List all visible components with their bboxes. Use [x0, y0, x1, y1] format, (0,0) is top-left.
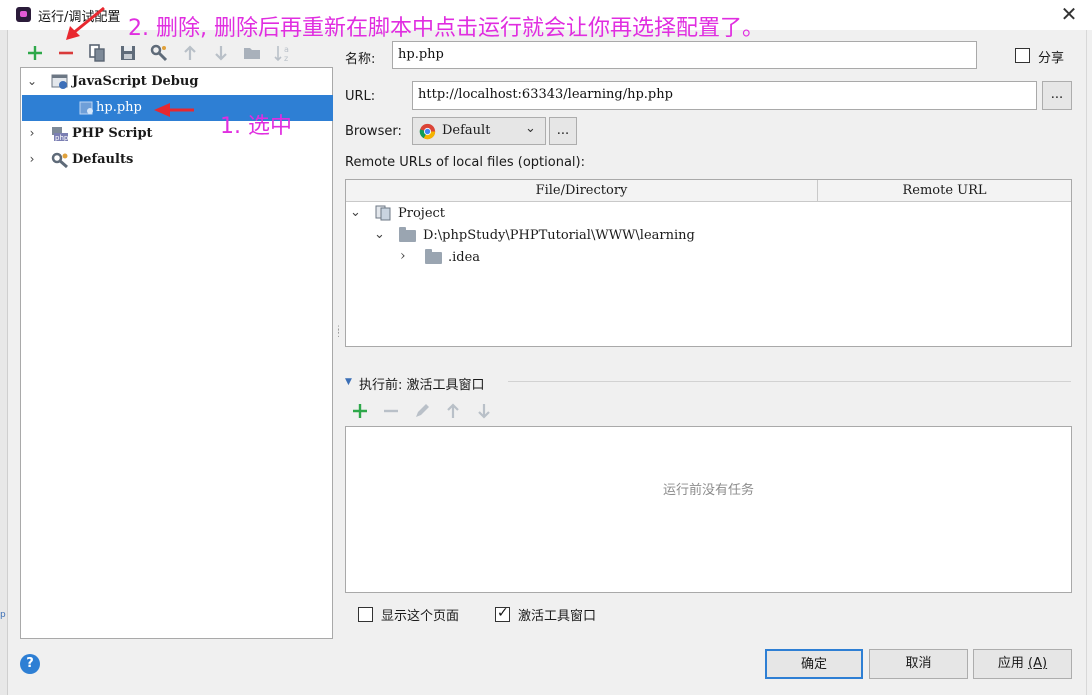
column-header-file-directory[interactable]: File/Directory	[346, 180, 818, 202]
configuration-tree: ⌄ JavaScript Debug hp.php › php PHP Scri…	[20, 67, 333, 639]
chevron-right-icon[interactable]: ›	[400, 248, 406, 264]
annotation-arrow-to-remove	[60, 4, 110, 46]
apply-mnemonic: (A)	[1028, 656, 1048, 671]
sort-icon: az	[273, 43, 293, 63]
wrench-icon	[51, 152, 69, 169]
tree-item-label: JavaScript Debug	[72, 74, 199, 89]
tree-item-label: hp.php	[96, 100, 142, 115]
empty-task-message: 运行前没有任务	[662, 483, 754, 498]
browser-select[interactable]: Default ⌄	[412, 117, 546, 145]
table-row-label: .idea	[448, 250, 481, 265]
svg-text:a: a	[284, 45, 289, 54]
collapse-triangle-icon[interactable]: ▼	[345, 377, 352, 387]
panel-splitter[interactable]: ⋮ ⋮	[334, 326, 343, 346]
background-text-fragment: p	[0, 610, 6, 620]
chevron-down-icon[interactable]: ⌄	[350, 205, 361, 220]
folder-icon	[242, 43, 262, 63]
activate-tool-window-checkbox[interactable]	[495, 605, 510, 622]
table-row-label: D:\phpStudy\PHPTutorial\WWW\learning	[423, 228, 695, 243]
tree-item-label: Defaults	[72, 152, 134, 167]
remove-icon	[381, 401, 401, 421]
save-icon[interactable]	[118, 43, 138, 63]
tree-item-javascript-debug[interactable]: ⌄ JavaScript Debug	[22, 69, 333, 95]
chevron-right-icon[interactable]: ›	[26, 126, 38, 140]
folder-icon	[425, 249, 442, 264]
browser-value: Default	[442, 123, 491, 138]
url-browse-button[interactable]: ...	[1042, 81, 1072, 110]
activate-tool-window-label: 激活工具窗口	[518, 609, 597, 624]
svg-text:z: z	[284, 54, 288, 63]
name-field[interactable]: hp.php	[392, 41, 977, 69]
php-script-icon: php	[51, 126, 69, 142]
column-header-remote-url[interactable]: Remote URL	[818, 180, 1071, 202]
before-launch-task-list[interactable]: 运行前没有任务	[345, 426, 1072, 593]
remote-urls-label: Remote URLs of local files (optional):	[345, 155, 585, 170]
show-page-label: 显示这个页面	[381, 609, 460, 624]
add-icon[interactable]	[25, 43, 45, 63]
move-up-icon	[180, 43, 200, 63]
chevron-down-icon: ⌄	[525, 121, 536, 136]
help-icon[interactable]: ?	[20, 654, 40, 674]
browser-label: Browser:	[345, 124, 402, 139]
app-icon	[16, 7, 31, 22]
url-label: URL:	[345, 89, 376, 104]
edit-icon	[412, 401, 432, 421]
url-field[interactable]: http://localhost:63343/learning/hp.php	[412, 81, 1037, 110]
svg-text:php: php	[55, 134, 69, 142]
close-icon[interactable]: ✕	[1056, 2, 1082, 26]
annotation-step-1: 1. 选中	[220, 114, 292, 139]
ok-button[interactable]: 确定	[765, 649, 863, 679]
name-label: 名称:	[345, 52, 376, 67]
chevron-down-icon[interactable]: ⌄	[26, 74, 38, 88]
tree-item-defaults[interactable]: › Defaults	[22, 147, 333, 173]
annotation-arrow-to-selection	[150, 100, 196, 120]
chrome-icon	[419, 123, 436, 140]
show-page-checkbox[interactable]	[358, 607, 373, 622]
chevron-right-icon[interactable]: ›	[26, 152, 38, 166]
move-down-icon	[211, 43, 231, 63]
remote-urls-table[interactable]: File/Directory Remote URL ⌄ Project ⌄ D:…	[345, 179, 1072, 347]
share-label: 分享	[1038, 51, 1065, 66]
javascript-debug-icon	[51, 74, 69, 90]
table-row-label: Project	[398, 206, 446, 221]
project-icon	[374, 204, 392, 226]
apply-button-label: 应用	[997, 656, 1024, 671]
share-checkbox[interactable]	[1015, 48, 1030, 63]
background-window-edge	[0, 30, 8, 695]
cancel-button[interactable]: 取消	[869, 649, 968, 679]
tree-item-label: PHP Script	[72, 126, 153, 141]
window-right-border	[1086, 30, 1092, 695]
folder-icon	[399, 227, 416, 242]
edit-defaults-icon[interactable]	[149, 43, 169, 63]
browser-browse-button[interactable]: ...	[549, 117, 577, 145]
chevron-down-icon[interactable]: ⌄	[374, 227, 385, 242]
move-down-icon	[474, 401, 494, 421]
move-up-icon	[443, 401, 463, 421]
add-icon[interactable]	[350, 401, 370, 421]
annotation-step-2: 2. 删除, 删除后再重新在脚本中点击运行就会让你再选择配置了。	[128, 16, 764, 41]
apply-button[interactable]: 应用 (A)	[973, 649, 1072, 679]
section-divider	[508, 381, 1071, 382]
before-launch-title: 执行前: 激活工具窗口	[359, 378, 485, 393]
config-file-icon	[78, 100, 96, 116]
